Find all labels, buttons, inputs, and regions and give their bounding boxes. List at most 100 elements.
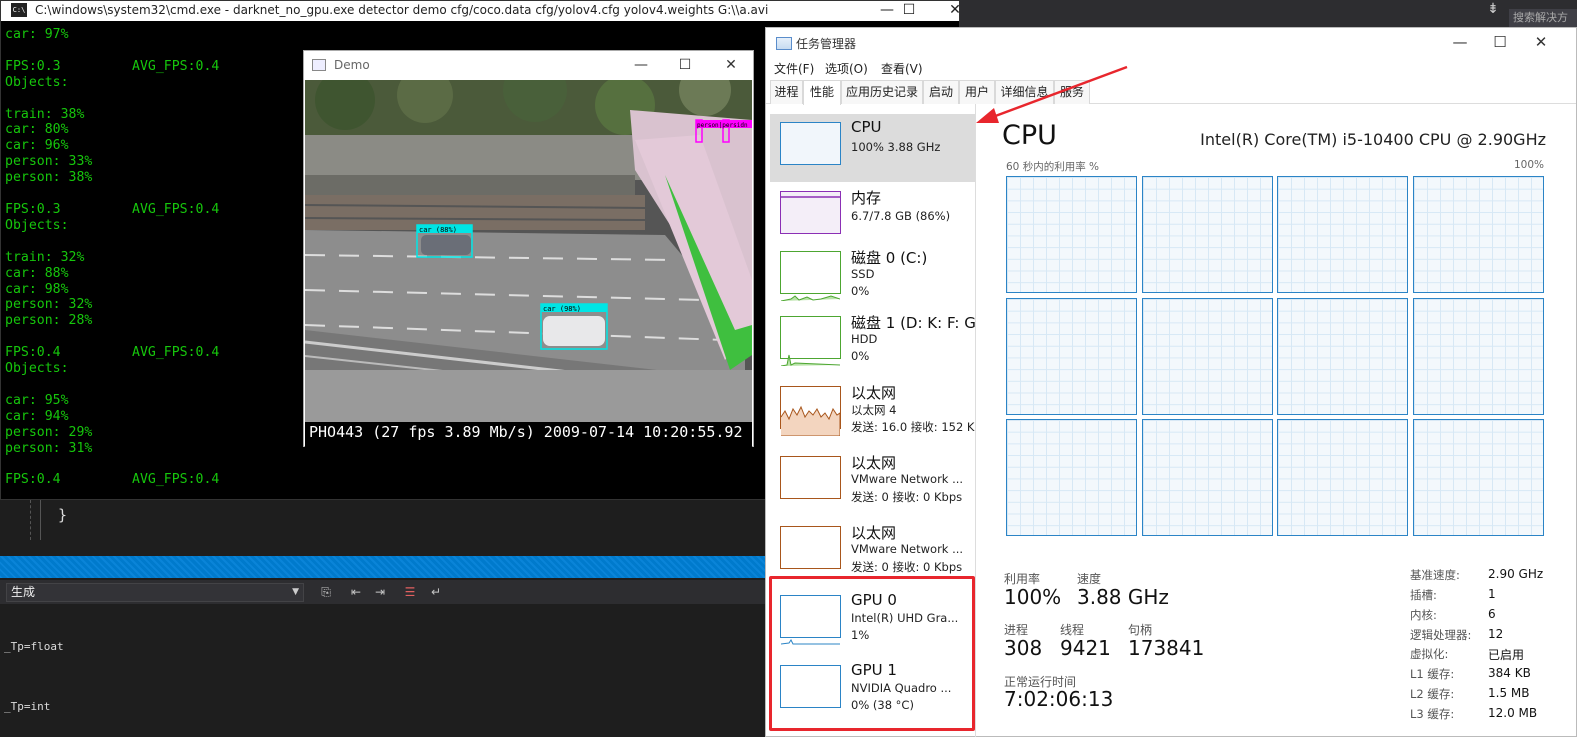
menu-view[interactable]: 查看(V) (881, 60, 923, 77)
tm-title-bar[interactable]: 任务管理器 — ☐ ✕ (766, 28, 1576, 58)
cpu-core-graph (1277, 297, 1408, 415)
cpu-core-graph (1141, 297, 1273, 415)
tab-processes[interactable]: 进程 (770, 80, 803, 104)
detail-label: L2 缓存: (1410, 687, 1455, 701)
detail-label: 逻辑处理器: (1410, 628, 1472, 642)
sidebar-item-detail: VMware Network ... (851, 542, 964, 556)
detail-value: 384 KB (1488, 666, 1531, 680)
menu-options[interactable]: 选项(O) (825, 60, 868, 77)
output-source-select[interactable]: 生成 ▼ (6, 583, 304, 602)
clear-all-icon[interactable]: ☰ (402, 584, 418, 600)
cpu-core-graph (1141, 419, 1273, 536)
vs-pin-icon[interactable]: ⇟ (1484, 0, 1502, 18)
cpu-core-graph (1006, 176, 1137, 293)
detail-label: L1 缓存: (1410, 667, 1455, 681)
maximize-icon[interactable]: ☐ (889, 1, 929, 21)
disk1-thumbnail (780, 316, 841, 366)
cpu-core-graph (1277, 419, 1408, 536)
detail-value: 6 (1488, 607, 1496, 621)
word-wrap-icon[interactable]: ↵ (428, 584, 444, 600)
detail-label: 虚拟化: (1410, 647, 1449, 661)
cpu-core-graph (1277, 176, 1408, 293)
detection-label: person|persidn (697, 122, 748, 129)
util-graph-max: 100% (1513, 159, 1544, 171)
next-message-icon[interactable]: ⇥ (372, 584, 388, 600)
memory-thumbnail (780, 191, 841, 234)
vs-gutter (30, 500, 32, 540)
detection-label: car (98%) (543, 305, 581, 313)
cmd-title-bar[interactable]: C:\ C:\windows\system32\cmd.exe - darkne… (1, 1, 961, 21)
process-value: 308 (1004, 636, 1043, 660)
cmd-title: C:\windows\system32\cmd.exe - darknet_no… (35, 3, 769, 17)
cpu-core-graph (1412, 297, 1544, 415)
speed-value: 3.88 GHz (1077, 585, 1169, 609)
sidebar-item-detail: 发送: 16.0 接收: 152 K (851, 420, 975, 434)
detection-label: car (88%) (419, 226, 457, 234)
detail-value: 12.0 MB (1488, 706, 1538, 720)
tab-users[interactable]: 用户 (959, 80, 995, 104)
cpu-core-graph (1006, 419, 1137, 536)
detail-label: 内核: (1410, 608, 1437, 622)
close-icon[interactable]: ✕ (716, 55, 746, 75)
sidebar-item-detail: 0% (851, 349, 870, 363)
find-message-icon[interactable]: ⎘ (318, 584, 334, 600)
sidebar-item-label: CPU (851, 118, 882, 136)
tab-app-history[interactable]: 应用历史记录 (841, 80, 923, 104)
demo-title-bar[interactable]: Demo — ☐ ✕ (304, 51, 753, 80)
close-icon[interactable]: ✕ (935, 1, 975, 21)
sidebar-item-ethernet4[interactable]: 以太网 以太网 4 发送: 16.0 接收: 152 K (770, 378, 975, 446)
detail-value: 已启用 (1488, 648, 1525, 662)
tab-performance[interactable]: 性能 (803, 80, 841, 105)
tab-services[interactable]: 服务 (1054, 80, 1090, 104)
sidebar-item-label: 磁盘 1 (D: K: F: G (851, 314, 976, 332)
console-output: car: 97% FPS:0.3 AVG_FPS:0.4 Objects: tr… (5, 27, 220, 488)
detail-value: 1.5 MB (1488, 686, 1530, 700)
cpu-thumbnail (780, 122, 841, 165)
video-frame: car (88%) car (98%) person|persidn PHO44… (305, 80, 752, 448)
tm-title: 任务管理器 (796, 37, 857, 51)
minimize-icon[interactable]: — (626, 55, 656, 75)
cpu-core-graph (1412, 419, 1544, 536)
close-icon[interactable]: ✕ (1523, 32, 1559, 54)
tab-startup[interactable]: 启动 (923, 80, 959, 104)
cpu-detail-panel: CPU Intel(R) Core(TM) i5-10400 CPU @ 2.9… (976, 104, 1576, 737)
output-line: _Tp=int (4, 700, 51, 713)
menu-file[interactable]: 文件(F) (774, 60, 814, 77)
thread-value: 9421 (1060, 636, 1111, 660)
detail-value: 1 (1488, 587, 1496, 601)
tm-tab-bar: 进程 性能 应用历史记录 启动 用户 详细信息 服务 (766, 80, 1576, 105)
detail-value: 2.90 GHz (1488, 567, 1544, 581)
output-source-value: 生成 (11, 585, 36, 599)
tab-details[interactable]: 详细信息 (995, 80, 1054, 104)
prev-message-icon[interactable]: ⇤ (348, 584, 364, 600)
cpu-model: Intel(R) Core(TM) i5-10400 CPU @ 2.90GHz (1200, 130, 1546, 149)
sidebar-item-detail: 6.7/7.8 GB (86%) (851, 209, 951, 223)
ethernet-thumbnail (780, 386, 841, 436)
task-manager-icon (776, 37, 792, 50)
sidebar-item-detail: HDD (851, 332, 878, 346)
output-line: _Tp=float (4, 640, 64, 653)
sidebar-item-label: 以太网 (851, 384, 897, 402)
sidebar-item-label: 以太网 (851, 524, 897, 542)
maximize-icon[interactable]: ☐ (670, 55, 700, 75)
disk0-thumbnail (780, 251, 841, 301)
sidebar-item-cpu[interactable]: CPU 100% 3.88 GHz (770, 114, 975, 182)
cpu-core-graph (1006, 297, 1137, 415)
vs-editor[interactable] (0, 500, 770, 553)
sidebar-item-memory[interactable]: 内存 6.7/7.8 GB (86%) (770, 183, 975, 251)
maximize-icon[interactable]: ☐ (1482, 32, 1518, 54)
sidebar-item-label: 内存 (851, 189, 882, 207)
ethernet-thumbnail (780, 456, 841, 499)
cpu-core-grid[interactable] (1006, 176, 1549, 538)
minimize-icon[interactable]: — (1442, 32, 1478, 54)
chevron-down-icon: ▼ (292, 587, 299, 597)
cpu-core-graph (1412, 176, 1544, 293)
detail-label: 插槽: (1410, 588, 1437, 602)
vs-search-box[interactable]: 搜索解决方 (1509, 9, 1577, 27)
sidebar-item-vmware1[interactable]: 以太网 VMware Network ... 发送: 0 接收: 0 Kbps (770, 448, 975, 516)
page-title: CPU (1002, 120, 1057, 151)
sidebar-item-disk1[interactable]: 磁盘 1 (D: K: F: G HDD 0% (770, 308, 976, 376)
sidebar-item-disk0[interactable]: 磁盘 0 (C:) SSD 0% (770, 243, 975, 311)
cmd-icon: C:\ (11, 3, 27, 17)
sidebar-item-detail: SSD (851, 267, 875, 281)
